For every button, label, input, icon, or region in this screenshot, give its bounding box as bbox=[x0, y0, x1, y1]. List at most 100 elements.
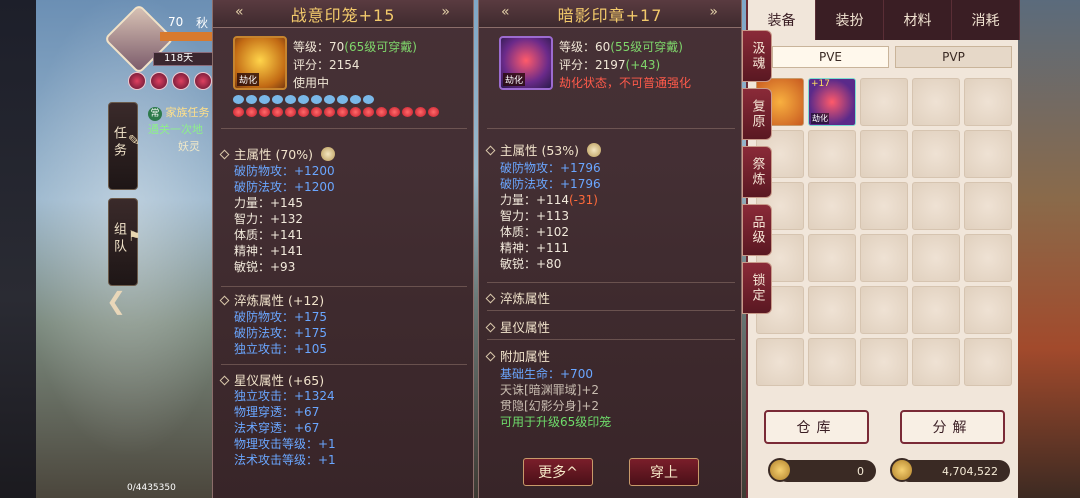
tab-absorb[interactable]: 汲魂 bbox=[742, 30, 772, 82]
item-icon: 劫化 bbox=[233, 36, 287, 90]
stat-line: 力量：+145 bbox=[234, 196, 303, 210]
stat-line: 体质：+141 bbox=[234, 228, 303, 242]
inventory-slot[interactable] bbox=[808, 130, 856, 178]
stat-line: 独立攻击：+1324 bbox=[234, 389, 335, 403]
player-level: 70 bbox=[168, 15, 184, 29]
main-attr-header: 主属性 (70%) bbox=[219, 144, 336, 163]
gem-icon bbox=[259, 107, 270, 117]
tab-pvp[interactable]: PVP bbox=[895, 46, 1012, 68]
gem-icon bbox=[363, 107, 374, 117]
tab-task[interactable]: ✎ 任务 bbox=[108, 102, 140, 190]
gem-icon bbox=[285, 107, 296, 117]
inventory-slot[interactable] bbox=[860, 182, 908, 230]
stat-line: 敏锐：+93 bbox=[234, 260, 296, 274]
gem-icon bbox=[311, 107, 322, 117]
item-badge: 劫化 bbox=[237, 73, 260, 86]
equip-button[interactable]: 穿上 bbox=[629, 458, 699, 486]
tab-materials[interactable]: 材料 bbox=[884, 0, 952, 40]
collapse-arrow-icon[interactable]: ❮ bbox=[106, 287, 126, 315]
divider bbox=[487, 282, 735, 283]
tab-consumables[interactable]: 消耗 bbox=[952, 0, 1020, 40]
gem-icon bbox=[350, 95, 361, 104]
more-button[interactable]: 更多^ bbox=[523, 458, 593, 486]
stat-line: 敏锐：+80 bbox=[500, 257, 562, 271]
item-plus: +17 bbox=[811, 79, 830, 89]
stat-line: 破防物攻：+1200 bbox=[234, 164, 335, 178]
gem-icon bbox=[233, 95, 244, 104]
inventory-slot[interactable] bbox=[964, 338, 1012, 386]
inventory-slot[interactable] bbox=[964, 130, 1012, 178]
inventory-slot[interactable] bbox=[808, 182, 856, 230]
inventory-slot[interactable] bbox=[808, 234, 856, 282]
star-attr-header[interactable]: 星仪属性 bbox=[485, 317, 550, 336]
item-level: 等级：60(55级可穿戴) bbox=[559, 40, 683, 54]
inventory-slot[interactable] bbox=[912, 338, 960, 386]
tab-grade[interactable]: 品级 bbox=[742, 204, 772, 256]
main-attr-header: 主属性 (53%) bbox=[485, 140, 602, 159]
inventory-slot[interactable] bbox=[860, 78, 908, 126]
stat-line: 精神：+111 bbox=[500, 241, 569, 255]
inventory-slot[interactable] bbox=[912, 130, 960, 178]
inventory-slot[interactable] bbox=[912, 182, 960, 230]
stat-line: 法术攻击等级：+1 bbox=[234, 453, 336, 467]
item-score: 评分：2154 bbox=[293, 58, 360, 72]
tab-lock[interactable]: 锁定 bbox=[742, 262, 772, 314]
decompose-button[interactable]: 分解 bbox=[900, 410, 1005, 444]
next-arrow-icon[interactable]: » bbox=[441, 4, 451, 20]
gem-icon bbox=[233, 107, 244, 117]
quest-tracker[interactable]: 常 家族任务 通关一次地 妖灵 bbox=[148, 104, 212, 155]
prev-arrow-icon[interactable]: « bbox=[501, 4, 511, 20]
inventory-slot[interactable] bbox=[860, 130, 908, 178]
inventory-slot[interactable] bbox=[808, 338, 856, 386]
inventory-slot[interactable] bbox=[964, 234, 1012, 282]
tab-refine[interactable]: 祭炼 bbox=[742, 146, 772, 198]
gem-icon bbox=[246, 95, 257, 104]
inventory-slot[interactable] bbox=[808, 286, 856, 334]
inventory-slot[interactable] bbox=[964, 78, 1012, 126]
item-title: 战意印笼+15 bbox=[290, 5, 396, 25]
inventory-slot-item[interactable]: +17 劫化 bbox=[808, 78, 856, 126]
item-badge: 劫化 bbox=[811, 113, 829, 124]
storage-button[interactable]: 仓库 bbox=[764, 410, 869, 444]
inventory-slot[interactable] bbox=[912, 78, 960, 126]
currency2-value: 4,704,522 bbox=[898, 460, 1010, 482]
inventory-slot[interactable] bbox=[860, 234, 908, 282]
tab-pve[interactable]: PVE bbox=[772, 46, 889, 68]
buff-icon[interactable] bbox=[128, 72, 146, 90]
inventory-slot[interactable] bbox=[912, 234, 960, 282]
gem-icon bbox=[350, 107, 361, 117]
inventory-slot[interactable] bbox=[860, 286, 908, 334]
gem-icon bbox=[428, 107, 439, 117]
buff-icon[interactable] bbox=[150, 72, 168, 90]
inventory-slot[interactable] bbox=[964, 182, 1012, 230]
gem-icon bbox=[311, 95, 322, 104]
quest-target: 妖灵 bbox=[178, 140, 200, 153]
item-score: 评分：2197(+43) bbox=[559, 58, 661, 72]
next-arrow-icon[interactable]: » bbox=[709, 4, 719, 20]
inventory-slot[interactable] bbox=[756, 338, 804, 386]
gem-icon bbox=[376, 107, 387, 117]
currency2-icon[interactable] bbox=[890, 458, 914, 482]
stat-line: 智力：+113 bbox=[500, 209, 569, 223]
refine-attr-header[interactable]: 淬炼属性 bbox=[485, 288, 550, 307]
currency1-icon bbox=[768, 458, 792, 482]
hp-bar bbox=[160, 32, 215, 41]
buff-icon[interactable] bbox=[194, 72, 212, 90]
hud-side-tabs: ✎ 任务 ⚑ 组队 bbox=[108, 102, 141, 294]
tab-restore[interactable]: 复原 bbox=[742, 88, 772, 140]
inventory-side-tabs: 汲魂 复原 祭炼 品级 锁定 bbox=[742, 30, 772, 320]
inventory-slot[interactable] bbox=[912, 286, 960, 334]
stat-line: 破防法攻：+1796 bbox=[500, 177, 601, 191]
tab-team[interactable]: ⚑ 组队 bbox=[108, 198, 141, 286]
prev-arrow-icon[interactable]: « bbox=[235, 4, 245, 20]
inventory-slot[interactable] bbox=[964, 286, 1012, 334]
stat-line: 法术穿透：+67 bbox=[234, 421, 320, 435]
buff-icon[interactable] bbox=[172, 72, 190, 90]
gem-row-blue bbox=[233, 95, 374, 104]
mode-tabs: PVE PVP bbox=[772, 46, 1012, 68]
stat-line: 贯隐[幻影分身]+2 bbox=[500, 399, 600, 413]
inventory-slot[interactable] bbox=[860, 338, 908, 386]
tab-costume[interactable]: 装扮 bbox=[816, 0, 884, 40]
quest-tag: 常 bbox=[148, 107, 162, 121]
quest-name: 家族任务 bbox=[165, 106, 210, 119]
